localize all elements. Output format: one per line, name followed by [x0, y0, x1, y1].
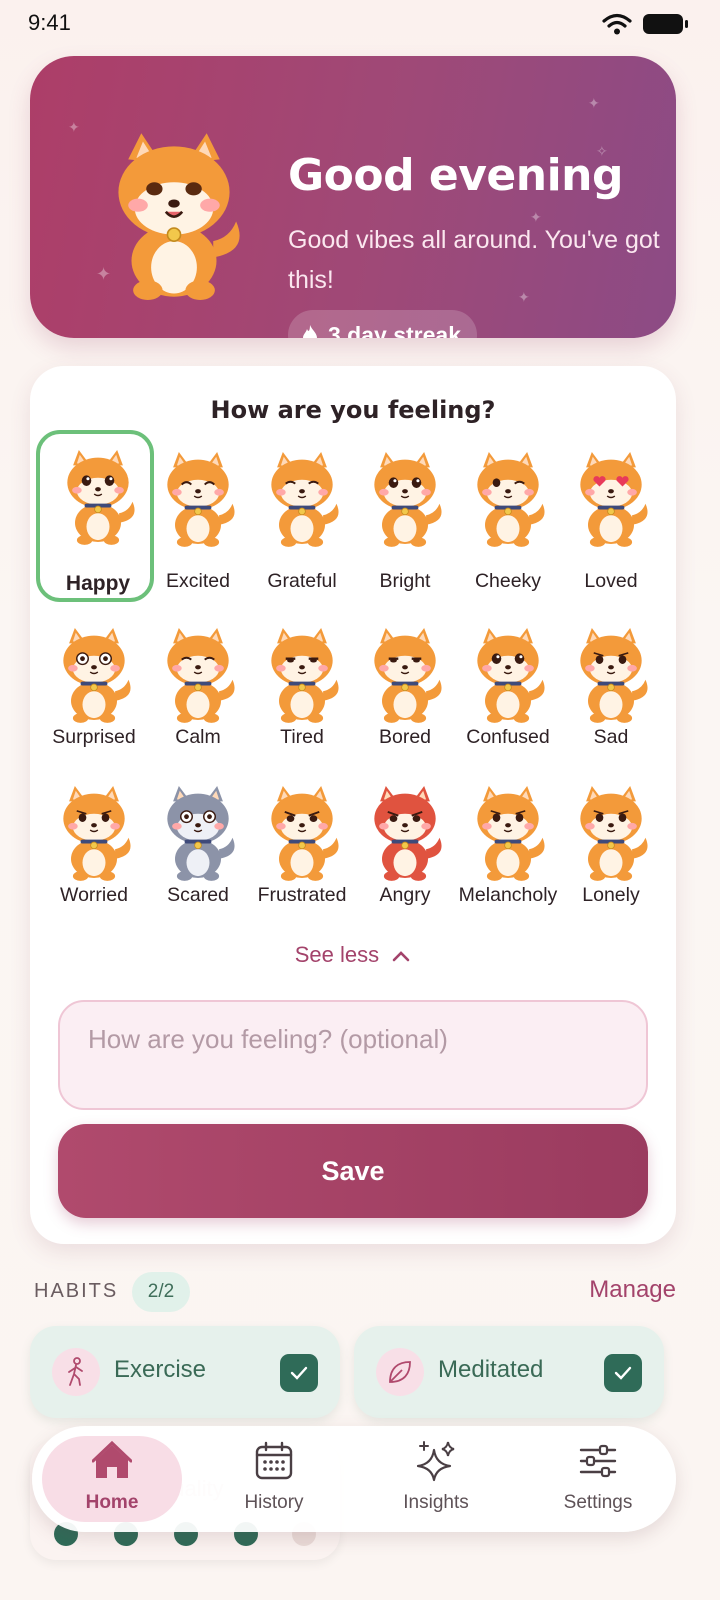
mood-picker-card: How are you feeling? Happy Excited Grate…: [30, 366, 676, 1244]
habits-title: HABITS: [34, 1280, 119, 1302]
mood-title: How are you feeling?: [210, 396, 496, 424]
save-button[interactable]: Save: [58, 1124, 648, 1218]
nav-insights[interactable]: Insights: [356, 1426, 516, 1532]
mood-option-surprised[interactable]: Surprised: [42, 612, 146, 772]
greeting-subtitle: Good vibes all around. You've got this!: [288, 226, 660, 294]
sparkle-decoration: ✦: [588, 96, 600, 112]
leaf-icon: [376, 1348, 424, 1396]
sparkle-decoration: ✦: [68, 120, 80, 136]
mood-face-icon: [477, 786, 545, 881]
mood-face-icon: [63, 786, 131, 881]
mood-note-input[interactable]: How are you feeling? (optional): [58, 1000, 648, 1110]
mood-label: Sad: [593, 726, 629, 748]
mood-option-frustrated[interactable]: Frustrated: [250, 770, 354, 930]
status-time: 9:41: [28, 10, 71, 35]
habits-header: HABITS 2/2 Manage: [34, 1272, 676, 1312]
habit-checkbox[interactable]: [604, 1354, 642, 1392]
mood-option-tired[interactable]: Tired: [250, 612, 354, 772]
manage-habits-link[interactable]: Manage: [589, 1276, 676, 1304]
mood-face-icon: [374, 452, 442, 547]
habit-label: Exercise: [114, 1356, 207, 1383]
habit-card-exercise[interactable]: Exercise: [30, 1326, 340, 1418]
mood-face-icon: [63, 628, 131, 723]
mood-face-icon: [477, 628, 545, 723]
mood-face-icon: [580, 786, 648, 881]
habit-checkbox[interactable]: [280, 1354, 318, 1392]
mood-face-icon: [167, 628, 235, 723]
mood-face-icon: [67, 450, 135, 545]
nav-label: History: [244, 1492, 304, 1513]
nav-label: Home: [85, 1492, 139, 1513]
sliders-icon: [579, 1444, 617, 1478]
mood-option-bright[interactable]: Bright: [353, 436, 457, 596]
mood-option-angry[interactable]: Angry: [353, 770, 457, 930]
mood-face-icon: [167, 786, 235, 881]
streak-label: 3 day streak: [328, 321, 461, 339]
mood-option-excited[interactable]: Excited: [146, 436, 250, 596]
home-icon: [92, 1440, 132, 1478]
nav-home[interactable]: Home: [32, 1426, 192, 1532]
mood-face-icon: [271, 628, 339, 723]
greeting-title: Good evening: [288, 150, 623, 201]
nav-label: Insights: [403, 1492, 469, 1513]
habit-card-meditated[interactable]: Meditated: [354, 1326, 664, 1418]
nav-label: Settings: [563, 1492, 633, 1513]
mood-option-bored[interactable]: Bored: [353, 612, 457, 772]
flame-icon: [303, 325, 317, 338]
mood-face-icon: [477, 452, 545, 547]
mood-face-icon: [271, 452, 339, 547]
status-bar: 9:41: [0, 0, 720, 48]
mood-label: Lonely: [582, 884, 640, 906]
mood-option-melancholy[interactable]: Melancholy: [456, 770, 560, 930]
habit-label: Meditated: [438, 1356, 544, 1383]
calendar-icon: [255, 1441, 293, 1480]
nav-settings[interactable]: Settings: [518, 1426, 678, 1532]
mascot-illustration: [118, 133, 240, 300]
check-icon: [290, 1366, 308, 1380]
mood-face-icon: [271, 786, 339, 881]
streak-badge: 3 day streak: [288, 310, 477, 338]
check-icon: [614, 1366, 632, 1380]
mood-option-calm[interactable]: Calm: [146, 612, 250, 772]
mood-option-lonely[interactable]: Lonely: [559, 770, 663, 930]
mood-option-scared[interactable]: Scared: [146, 770, 250, 930]
mood-option-sad[interactable]: Sad: [559, 612, 663, 772]
nav-history[interactable]: History: [194, 1426, 354, 1532]
habits-count-badge: 2/2: [132, 1272, 190, 1312]
mood-option-confused[interactable]: Confused: [456, 612, 560, 772]
mood-face-icon: [580, 452, 648, 547]
mood-face-icon: [580, 628, 648, 723]
see-less-label: See less: [294, 942, 380, 967]
mood-label: Loved: [584, 570, 638, 592]
mood-option-worried[interactable]: Worried: [42, 770, 146, 930]
chevron-up-icon: [392, 951, 410, 962]
sparkles-icon: [416, 1441, 455, 1482]
mood-option-cheeky[interactable]: Cheeky: [456, 436, 560, 596]
mood-face-icon: [374, 628, 442, 723]
greeting-card: ✦ ✦ ✦ ✧ ✦ ✦ Good evening Good vibes all …: [30, 56, 676, 338]
see-less-button[interactable]: See less: [30, 942, 676, 968]
walking-icon: [52, 1348, 100, 1396]
mood-face-icon: [374, 786, 442, 881]
wifi-icon: [602, 13, 632, 35]
mood-face-icon: [167, 452, 235, 547]
bottom-nav: Home History Insights Settings: [32, 1426, 676, 1532]
battery-icon: [643, 14, 688, 34]
mood-option-grateful[interactable]: Grateful: [250, 436, 354, 596]
mood-option-loved[interactable]: Loved: [559, 436, 663, 596]
